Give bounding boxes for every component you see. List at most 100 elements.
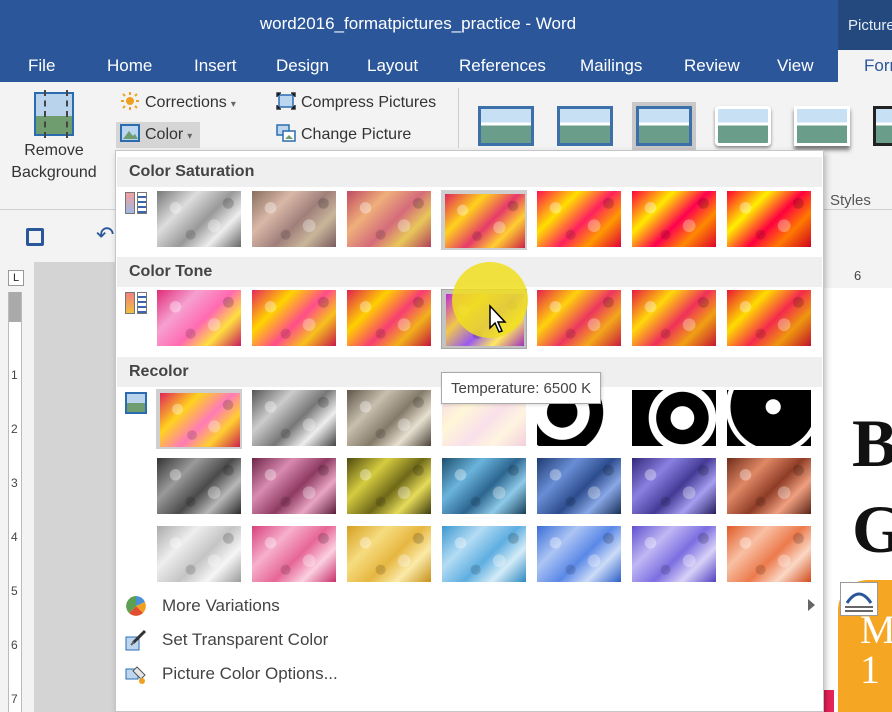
- corrections-label: Corrections: [145, 94, 227, 111]
- ruler-mark: 4: [11, 530, 18, 544]
- tone-thumb-2[interactable]: [251, 289, 337, 349]
- undo-icon[interactable]: ↶: [96, 222, 114, 248]
- color-saturation-icon: [125, 192, 147, 214]
- ruler-mark: 1: [11, 368, 18, 382]
- saturation-thumb-1[interactable]: [156, 190, 242, 250]
- recolor-r1-thumb-2[interactable]: [251, 389, 337, 449]
- shape-text: 1: [860, 647, 880, 692]
- thumbnail-image: [537, 191, 621, 247]
- tab-mailings[interactable]: Mailings: [580, 56, 642, 76]
- picture-style-3[interactable]: [632, 102, 696, 154]
- recolor-r1-thumb-6[interactable]: [631, 389, 717, 449]
- thumbnail-image: [537, 290, 621, 346]
- thumbnail-image: [632, 191, 716, 247]
- recolor-r3-thumb-7[interactable]: [726, 525, 812, 585]
- picture-style-4[interactable]: [711, 102, 775, 154]
- recolor-r1-thumb-3[interactable]: [346, 389, 432, 449]
- more-variations-label: More Variations: [162, 596, 280, 615]
- recolor-r2-thumb-7[interactable]: [726, 457, 812, 517]
- thumbnail-image: [347, 526, 431, 582]
- thumbnail-image: [252, 526, 336, 582]
- saturation-thumb-4[interactable]: [441, 190, 527, 250]
- saturation-thumb-6[interactable]: [631, 190, 717, 250]
- remove-background-label-line1: Remove: [24, 142, 84, 159]
- recolor-r3-thumb-3[interactable]: [346, 525, 432, 585]
- submenu-arrow-icon: [808, 599, 815, 611]
- thumbnail-image: [442, 458, 526, 514]
- tone-thumb-5[interactable]: [536, 289, 622, 349]
- compress-pictures-icon: [276, 92, 296, 110]
- color-button[interactable]: Color ▾: [116, 122, 201, 148]
- corrections-button[interactable]: Corrections ▾: [120, 90, 236, 116]
- color-saturation-header: Color Saturation: [117, 157, 822, 187]
- color-dropdown: Color Saturation Color Tone Recolor More…: [115, 150, 824, 712]
- recolor-r2-thumb-6[interactable]: [631, 457, 717, 517]
- recolor-r3-thumb-1[interactable]: [156, 525, 242, 585]
- saturation-thumb-7[interactable]: [726, 190, 812, 250]
- saturation-thumb-5[interactable]: [536, 190, 622, 250]
- tab-insert[interactable]: Insert: [194, 56, 237, 76]
- picture-style-5[interactable]: [790, 102, 854, 154]
- tab-layout[interactable]: Layout: [367, 56, 418, 76]
- picture-styles-group-label: Styles: [830, 192, 871, 209]
- recolor-r2-thumb-1[interactable]: [156, 457, 242, 517]
- set-transparent-color-item[interactable]: Set Transparent Color: [123, 625, 823, 655]
- picture-style-2[interactable]: [553, 102, 617, 154]
- tone-thumb-3[interactable]: [346, 289, 432, 349]
- thumbnail-image: [347, 390, 431, 446]
- recolor-r2-thumb-3[interactable]: [346, 457, 432, 517]
- thumbnail-image: [727, 458, 811, 514]
- saturation-thumb-3[interactable]: [346, 190, 432, 250]
- recolor-r2-thumb-2[interactable]: [251, 457, 337, 517]
- saturation-thumb-2[interactable]: [251, 190, 337, 250]
- recolor-r1-thumb-7[interactable]: [726, 389, 812, 449]
- tab-design[interactable]: Design: [276, 56, 329, 76]
- thumbnail-image: [157, 526, 241, 582]
- tone-thumb-7[interactable]: [726, 289, 812, 349]
- ribbon-tabs: File Home Insert Design Layout Reference…: [0, 50, 892, 82]
- compress-pictures-label: Compress Pictures: [301, 94, 437, 111]
- thumbnail-image: [727, 390, 811, 446]
- tone-thumb-1[interactable]: [156, 289, 242, 349]
- tone-thumb-6[interactable]: [631, 289, 717, 349]
- ruler-mark: 6: [854, 268, 862, 283]
- picture-color-options-item[interactable]: Picture Color Options...: [123, 659, 823, 689]
- ruler-mark: 2: [11, 422, 18, 436]
- thumbnail-image: [537, 458, 621, 514]
- thumbnail-image: [252, 390, 336, 446]
- picture-style-1[interactable]: [474, 102, 538, 154]
- recolor-r3-thumb-2[interactable]: [251, 525, 337, 585]
- save-icon[interactable]: [26, 228, 44, 246]
- thumbnail-image: [347, 191, 431, 247]
- recolor-icon: [125, 392, 147, 414]
- thumbnail-image: [727, 290, 811, 346]
- document-heading-letter: G: [852, 491, 892, 567]
- tab-format[interactable]: Format: [838, 50, 892, 82]
- thumbnail-image: [160, 393, 240, 447]
- remove-background-button[interactable]: Remove Background: [6, 90, 102, 184]
- tab-references[interactable]: References: [459, 56, 546, 76]
- picture-style-6[interactable]: [869, 102, 892, 154]
- thumbnail-image: [442, 526, 526, 582]
- more-variations-item[interactable]: More Variations: [123, 591, 823, 621]
- picture-color-options-icon: [125, 663, 147, 685]
- ruler-mark: 5: [11, 584, 18, 598]
- recolor-r3-thumb-5[interactable]: [536, 525, 622, 585]
- change-picture-button[interactable]: Change Picture: [276, 122, 411, 148]
- thumbnail-image: [537, 526, 621, 582]
- thumbnail-image: [157, 458, 241, 514]
- layout-options-icon[interactable]: [840, 582, 878, 616]
- tab-view[interactable]: View: [777, 56, 814, 76]
- recolor-r1-thumb-1[interactable]: [156, 389, 242, 449]
- compress-pictures-button[interactable]: Compress Pictures: [276, 90, 436, 116]
- change-picture-icon: [276, 124, 296, 142]
- recolor-r3-thumb-6[interactable]: [631, 525, 717, 585]
- recolor-r2-thumb-4[interactable]: [441, 457, 527, 517]
- tab-file[interactable]: File: [28, 56, 55, 76]
- tab-review[interactable]: Review: [684, 56, 740, 76]
- horizontal-ruler: 6: [824, 262, 892, 288]
- recolor-r2-thumb-5[interactable]: [536, 457, 622, 517]
- tab-selector[interactable]: L: [8, 270, 24, 286]
- recolor-r3-thumb-4[interactable]: [441, 525, 527, 585]
- tab-home[interactable]: Home: [107, 56, 152, 76]
